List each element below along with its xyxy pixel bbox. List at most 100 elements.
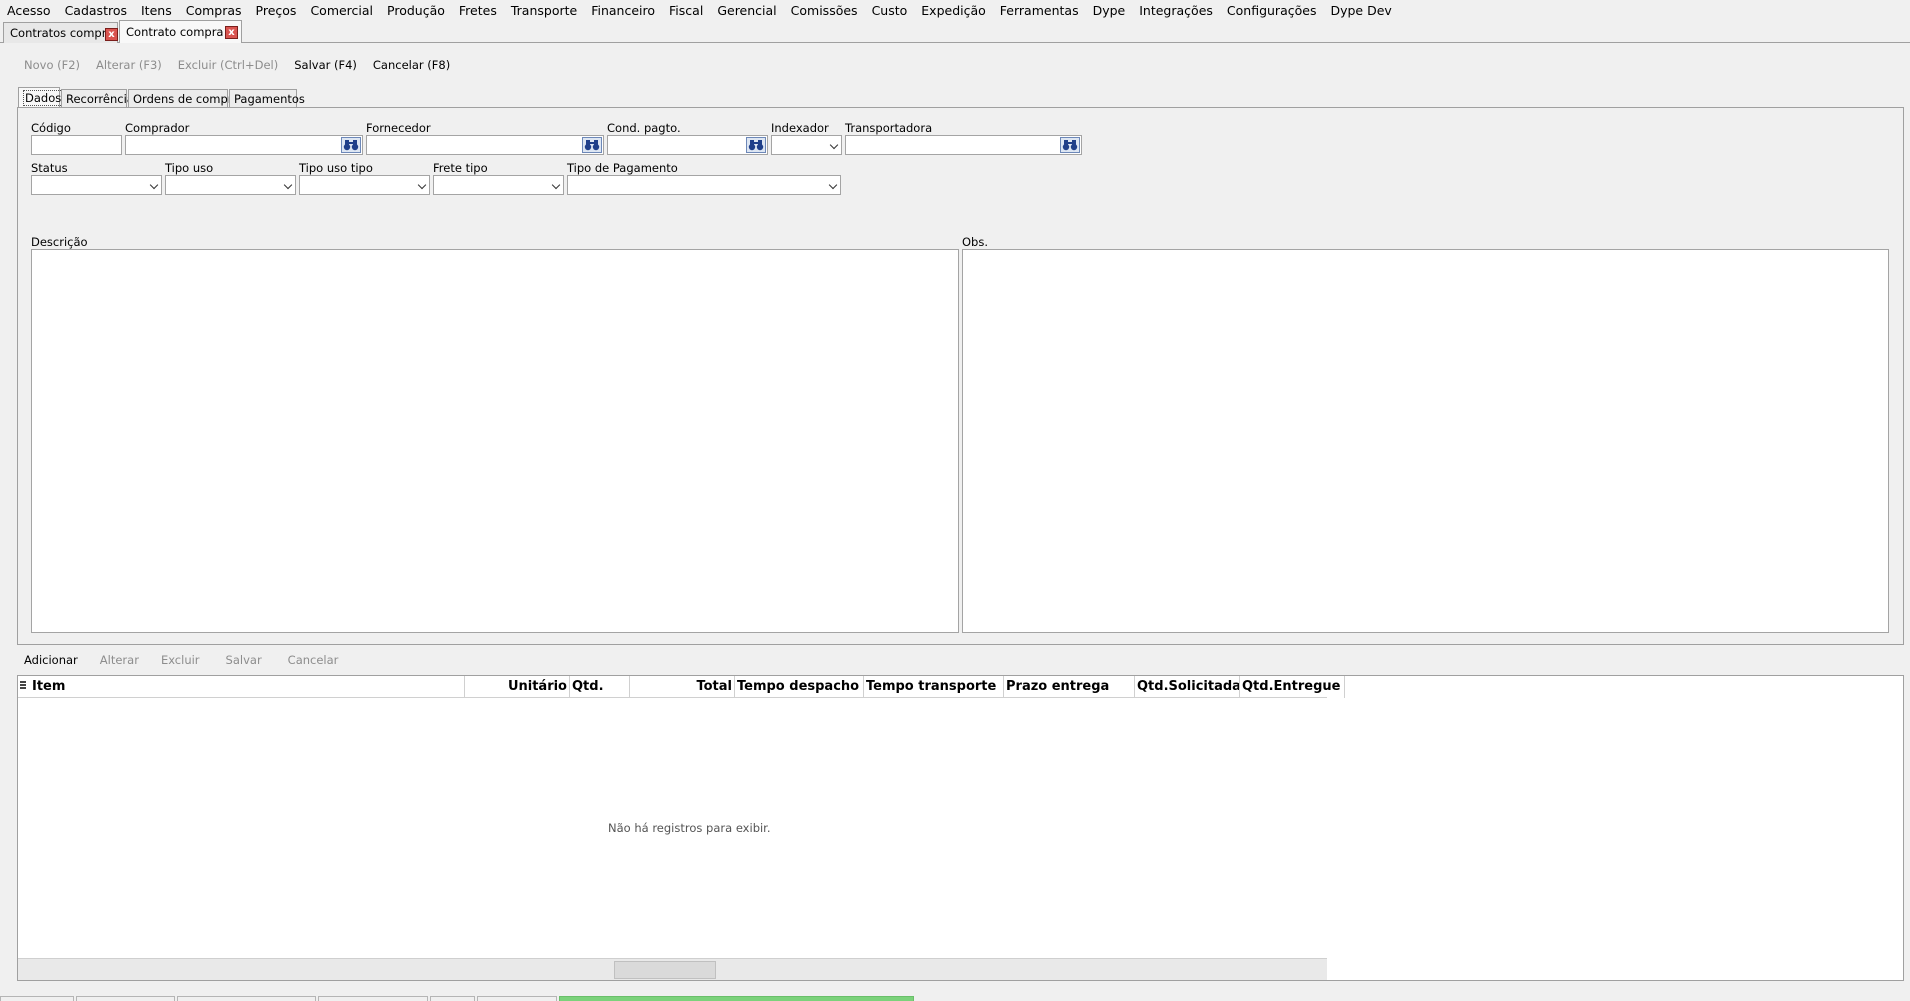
obs-label: Obs.	[962, 235, 988, 249]
menu-itens[interactable]: Itens	[141, 3, 172, 18]
menu-ferramentas[interactable]: Ferramentas	[1000, 3, 1079, 18]
record-toolbar: Novo (F2) Alterar (F3) Excluir (Ctrl+Del…	[18, 56, 466, 74]
binoculars-icon[interactable]	[1060, 137, 1080, 153]
adicionar-button[interactable]: Adicionar	[24, 653, 78, 667]
indexador-label: Indexador	[771, 121, 829, 135]
doc-tab-contratos-compra[interactable]: Contratos compra x	[3, 22, 118, 43]
column-tempo-despacho[interactable]: Tempo despacho	[735, 676, 864, 698]
comprador-field[interactable]	[125, 135, 363, 155]
column-tempo-transporte[interactable]: Tempo transporte	[864, 676, 1004, 698]
menu-fretes[interactable]: Fretes	[459, 3, 497, 18]
doc-tab-contrato-compra[interactable]: Contrato compra () x	[119, 20, 242, 43]
fornecedor-field[interactable]	[366, 135, 604, 155]
menu-acesso[interactable]: Acesso	[7, 3, 51, 18]
horizontal-scrollbar[interactable]	[18, 958, 1327, 980]
column-item[interactable]: Item	[30, 676, 465, 698]
salvar-button[interactable]: Salvar (F4)	[294, 58, 357, 72]
tab-pagamentos[interactable]: Pagamentos	[229, 89, 305, 108]
tipo-uso-label: Tipo uso	[165, 161, 214, 175]
scrollbar-thumb[interactable]	[614, 961, 716, 979]
item-excluir-button[interactable]: Excluir	[161, 653, 200, 667]
status-segment	[0, 996, 74, 1001]
tipo-pagamento-select[interactable]	[567, 175, 841, 195]
menu-transporte[interactable]: Transporte	[511, 3, 577, 18]
close-icon[interactable]: x	[225, 26, 238, 39]
menu-custo[interactable]: Custo	[872, 3, 908, 18]
binoculars-icon[interactable]	[582, 137, 602, 153]
grid-header: Item Unitário Qtd. Total Tempo despacho …	[18, 676, 1345, 698]
dados-panel: Código Comprador Fornecedor Cond. pagto.…	[17, 107, 1904, 645]
comprador-label: Comprador	[125, 121, 190, 135]
items-toolbar: Adicionar Alterar Excluir Salvar Cancela…	[24, 652, 360, 668]
tipo-uso-select[interactable]	[165, 175, 296, 195]
column-qtd[interactable]: Qtd.	[570, 676, 630, 698]
status-progress	[559, 996, 914, 1001]
status-select[interactable]	[31, 175, 162, 195]
menu-comissoes[interactable]: Comissões	[791, 3, 858, 18]
status-segment	[477, 996, 557, 1001]
menu-financeiro[interactable]: Financeiro	[591, 3, 655, 18]
status-segment	[177, 996, 316, 1001]
status-segment	[76, 996, 175, 1001]
tab-label: Recorrência	[66, 92, 134, 106]
close-icon[interactable]: x	[105, 28, 118, 41]
tab-dados[interactable]: Dados	[18, 87, 64, 108]
transportadora-field[interactable]	[845, 135, 1082, 155]
menu-bar: Acesso Cadastros Itens Compras Preços Co…	[0, 0, 1910, 20]
doc-tab-label: Contrato compra ()	[126, 25, 237, 39]
novo-button[interactable]: Novo (F2)	[24, 58, 80, 72]
tipo-pagamento-label: Tipo de Pagamento	[567, 161, 678, 175]
status-segment	[318, 996, 428, 1001]
doc-tab-label: Contratos compra	[10, 26, 114, 40]
status-bar	[0, 996, 1910, 1001]
tipo-uso-tipo-label: Tipo uso tipo	[299, 161, 373, 175]
codigo-field[interactable]	[31, 135, 122, 155]
chevron-down-icon	[829, 140, 839, 150]
binoculars-icon[interactable]	[746, 137, 766, 153]
column-prazo-entrega[interactable]: Prazo entrega	[1004, 676, 1135, 698]
menu-compras[interactable]: Compras	[186, 3, 242, 18]
alterar-button[interactable]: Alterar (F3)	[96, 58, 162, 72]
codigo-label: Código	[31, 121, 71, 135]
menu-precos[interactable]: Preços	[256, 3, 297, 18]
menu-fiscal[interactable]: Fiscal	[669, 3, 703, 18]
item-alterar-button[interactable]: Alterar	[100, 653, 139, 667]
tab-recorrencia[interactable]: Recorrência	[61, 89, 134, 108]
tipo-uso-tipo-select[interactable]	[299, 175, 430, 195]
column-qtd-entregue[interactable]: Qtd.Entregue	[1240, 676, 1345, 698]
descricao-textarea[interactable]	[31, 249, 959, 633]
chevron-down-icon	[283, 180, 293, 190]
menu-dype-dev[interactable]: Dype Dev	[1330, 3, 1391, 18]
indexador-select[interactable]	[771, 135, 842, 155]
menu-gerencial[interactable]: Gerencial	[717, 3, 776, 18]
menu-configuracoes[interactable]: Configurações	[1227, 3, 1317, 18]
menu-producao[interactable]: Produção	[387, 3, 445, 18]
tab-ordens-de-compra[interactable]: Ordens de compra	[128, 89, 240, 108]
chevron-down-icon	[417, 180, 427, 190]
column-unitario[interactable]: Unitário	[465, 676, 570, 698]
frete-tipo-label: Frete tipo	[433, 161, 488, 175]
excluir-button[interactable]: Excluir (Ctrl+Del)	[178, 58, 278, 72]
menu-dype[interactable]: Dype	[1093, 3, 1126, 18]
transportadora-label: Transportadora	[845, 121, 933, 135]
menu-cadastros[interactable]: Cadastros	[65, 3, 127, 18]
column-qtd-solicitada[interactable]: Qtd.Solicitada	[1135, 676, 1240, 698]
status-label: Status	[31, 161, 68, 175]
chevron-down-icon	[551, 180, 561, 190]
obs-textarea[interactable]	[962, 249, 1889, 633]
menu-expedicao[interactable]: Expedição	[921, 3, 986, 18]
status-segment	[430, 996, 475, 1001]
cond-pagto-field[interactable]	[607, 135, 768, 155]
chevron-down-icon	[828, 180, 838, 190]
item-salvar-button[interactable]: Salvar	[226, 653, 262, 667]
frete-tipo-select[interactable]	[433, 175, 564, 195]
column-total[interactable]: Total	[630, 676, 735, 698]
fornecedor-label: Fornecedor	[366, 121, 431, 135]
menu-comercial[interactable]: Comercial	[310, 3, 373, 18]
item-cancelar-button[interactable]: Cancelar	[288, 653, 339, 667]
cancelar-button[interactable]: Cancelar (F8)	[373, 58, 450, 72]
binoculars-icon[interactable]	[341, 137, 361, 153]
tab-label: Pagamentos	[234, 92, 305, 106]
menu-integracoes[interactable]: Integrações	[1139, 3, 1213, 18]
column-menu-icon[interactable]	[20, 681, 28, 691]
